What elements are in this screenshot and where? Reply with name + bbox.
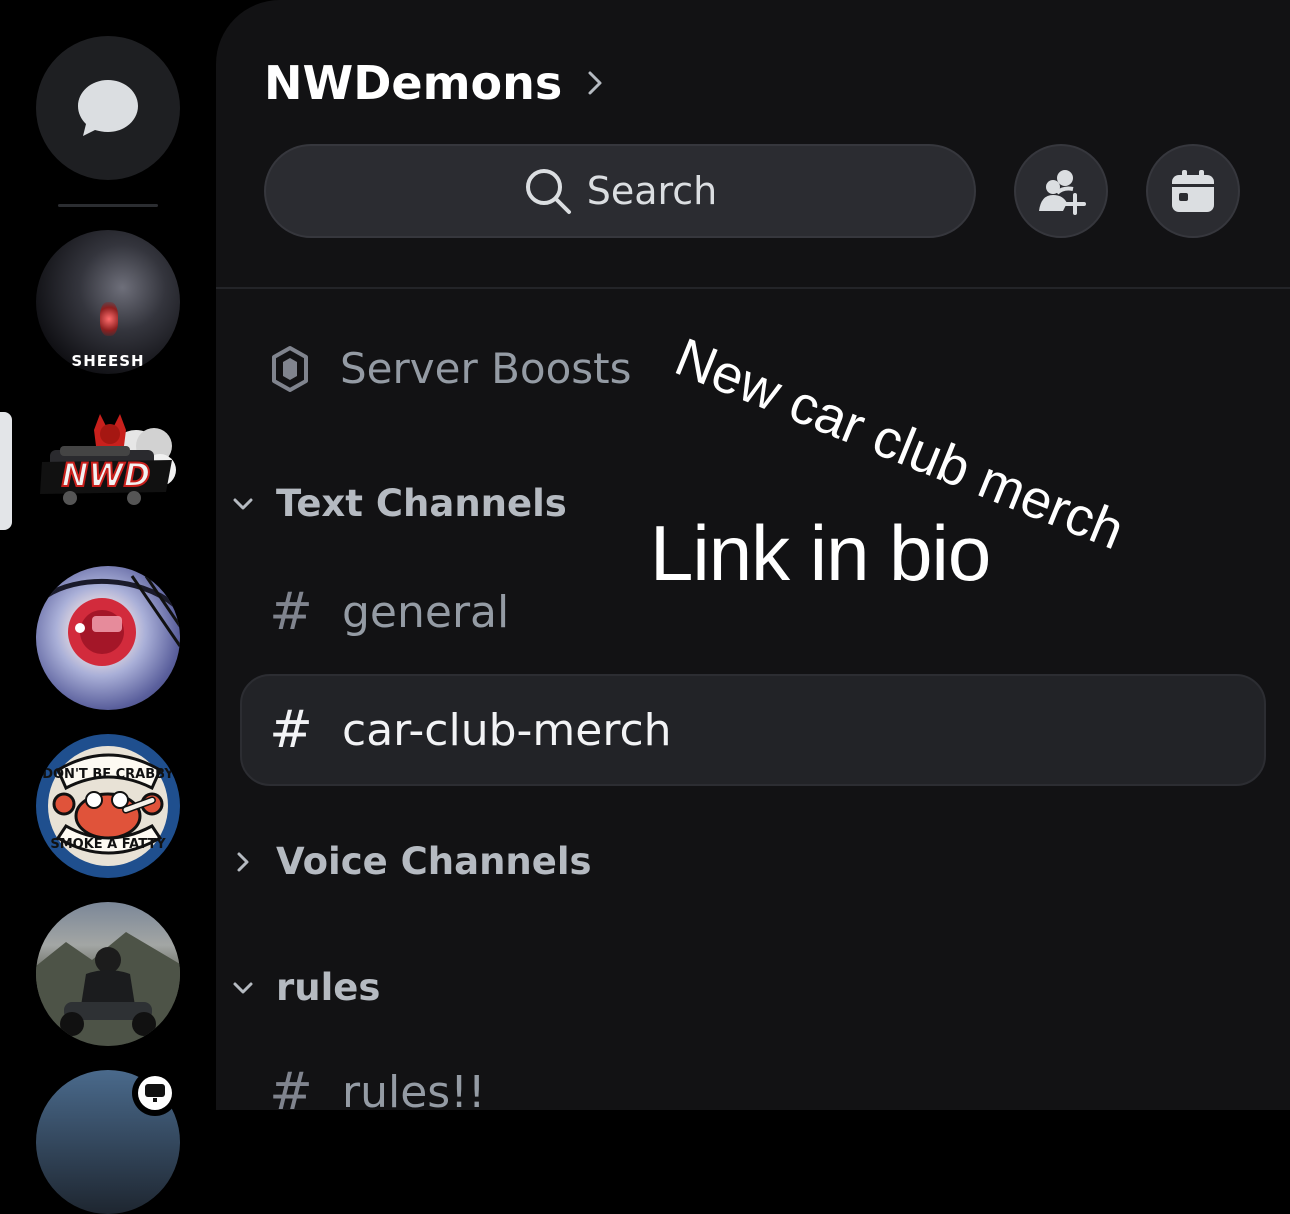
server-badge — [132, 1070, 178, 1116]
server-icon-crabby[interactable]: DON'T BE CRABBY SMOKE A FATTY — [36, 734, 180, 878]
chat-bubble-icon — [78, 80, 138, 136]
events-button[interactable] — [1146, 144, 1240, 238]
nwd-logo-text: NWD — [62, 456, 151, 494]
category-text-channels[interactable]: Text Channels — [230, 482, 567, 525]
search-bar[interactable]: Search — [264, 144, 976, 238]
header-divider — [216, 287, 1290, 289]
lightning-glow — [100, 302, 118, 336]
channel-general[interactable]: # general — [268, 586, 509, 638]
eye-art-icon — [44, 575, 180, 666]
crab-logo-bottom-text: SMOKE A FATTY — [50, 837, 166, 852]
chevron-right-icon — [588, 71, 602, 95]
crab-logo-icon: DON'T BE CRABBY SMOKE A FATTY — [42, 746, 174, 866]
crab-logo-top-text: DON'T BE CRABBY — [42, 767, 174, 782]
channel-label: general — [342, 586, 510, 638]
channel-rules[interactable]: # rules!! — [268, 1066, 485, 1110]
calendar-icon — [1172, 170, 1214, 212]
channel-label: rules!! — [342, 1066, 486, 1111]
add-user-icon — [1039, 170, 1086, 215]
active-server-indicator — [0, 412, 12, 530]
category-label: Text Channels — [276, 482, 567, 525]
chevron-down-icon — [233, 982, 253, 993]
channel-label: car-club-merch — [342, 704, 672, 756]
search-label: Search — [586, 169, 718, 213]
server-header[interactable]: NWDemons — [264, 56, 604, 110]
server-icon-sheesh[interactable]: SHEESH — [36, 230, 180, 374]
category-label: rules — [276, 966, 381, 1009]
server-boosts-item[interactable]: Server Boosts — [270, 344, 632, 393]
screen-share-icon — [145, 1084, 165, 1102]
rail-divider — [58, 204, 158, 207]
server-name: NWDemons — [264, 56, 563, 110]
category-label: Voice Channels — [276, 840, 592, 883]
server-icon-label: SHEESH — [71, 352, 145, 370]
channel-car-club-merch[interactable]: # car-club-merch — [240, 674, 1266, 786]
hash-icon: # — [269, 582, 313, 642]
overlay-caption-link: Link in bio — [650, 509, 991, 597]
nwd-logo-icon: NWD — [40, 414, 176, 505]
chevron-down-icon — [233, 498, 253, 509]
category-voice-channels[interactable]: Voice Channels — [230, 840, 592, 883]
server-boosts-label: Server Boosts — [340, 344, 632, 393]
direct-messages-button[interactable] — [36, 36, 180, 180]
server-rail: SHEESH NWD DON'T BE CRABBY SMOKE A FATTY — [0, 0, 216, 1214]
server-icon-rider-photo[interactable] — [36, 902, 180, 1046]
hash-icon: # — [269, 1062, 313, 1110]
server-icon-nwd[interactable]: NWD — [36, 400, 180, 544]
rider-photo-icon — [36, 932, 180, 1046]
chevron-right-icon — [237, 852, 249, 871]
category-rules[interactable]: rules — [230, 966, 380, 1009]
hash-icon: # — [269, 700, 313, 760]
search-icon — [525, 169, 571, 214]
server-icon-red-eye[interactable] — [36, 566, 180, 710]
invite-members-button[interactable] — [1014, 144, 1108, 238]
badge-inner — [138, 1076, 172, 1110]
boost-gem-icon — [272, 345, 308, 392]
